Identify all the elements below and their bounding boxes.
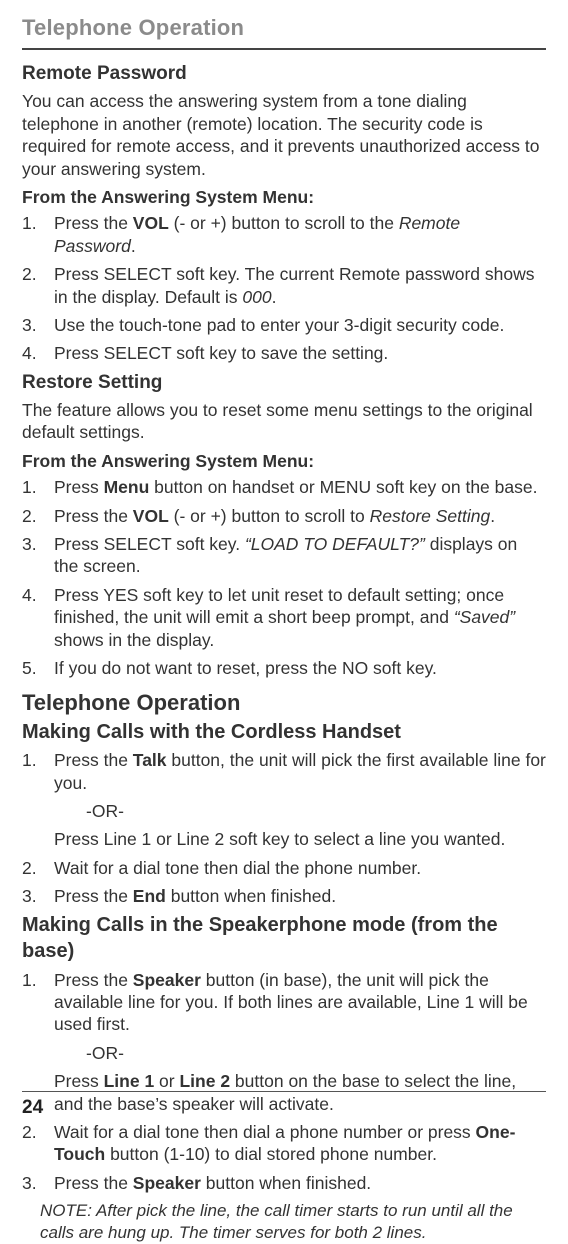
list-item: 1. Press Menu button on handset or MENU …	[22, 476, 546, 498]
step-text: Press the End button when finished.	[54, 885, 546, 907]
step-number: 1.	[22, 212, 44, 257]
step-number: 2.	[22, 263, 44, 308]
step-text: If you do not want to reset, press the N…	[54, 657, 546, 679]
restore-setting-menu-label: From the Answering System Menu:	[22, 450, 546, 472]
section-telephone-operation-title: Telephone Operation	[22, 689, 546, 717]
list-item: 4. Press YES soft key to let unit reset …	[22, 584, 546, 651]
remote-password-steps: 1. Press the VOL (- or +) button to scro…	[22, 212, 546, 364]
step-text: Press Menu button on handset or MENU sof…	[54, 476, 546, 498]
subhead-cordless: Making Calls with the Cordless Handset	[22, 720, 546, 746]
step-number: 2.	[22, 1121, 44, 1166]
list-item: 1. Press the Speaker button (in base), t…	[22, 969, 546, 1036]
speakerphone-steps-cont: 2. Wait for a dial tone then dial a phon…	[22, 1121, 546, 1194]
header-rule	[22, 48, 546, 50]
cordless-steps: 1. Press the Talk button, the unit will …	[22, 749, 546, 794]
list-item: 3. Press the Speaker button when finishe…	[22, 1172, 546, 1194]
section-remote-password-title: Remote Password	[22, 62, 546, 86]
list-item: 3. Use the touch-tone pad to enter your …	[22, 314, 546, 336]
subhead-speakerphone: Making Calls in the Speakerphone mode (f…	[22, 913, 546, 964]
step-text: Use the touch-tone pad to enter your 3-d…	[54, 314, 546, 336]
step-alt-text: Press Line 1 or Line 2 soft key to selec…	[22, 828, 546, 850]
list-item: 1. Press the Talk button, the unit will …	[22, 749, 546, 794]
page-header: Telephone Operation	[22, 14, 546, 42]
list-item: 3. Press the End button when finished.	[22, 885, 546, 907]
list-item: 2. Press SELECT soft key. The current Re…	[22, 263, 546, 308]
step-text: Press the VOL (- or +) button to scroll …	[54, 505, 546, 527]
step-number: 3.	[22, 1172, 44, 1194]
cordless-steps-cont: 2. Wait for a dial tone then dial the ph…	[22, 857, 546, 908]
step-text: Press the Speaker button when finished.	[54, 1172, 546, 1194]
or-separator: -OR-	[22, 1042, 546, 1064]
step-number: 5.	[22, 657, 44, 679]
step-text: Press SELECT soft key. “LOAD TO DEFAULT?…	[54, 533, 546, 578]
list-item: 1. Press the VOL (- or +) button to scro…	[22, 212, 546, 257]
list-item: 3. Press SELECT soft key. “LOAD TO DEFAU…	[22, 533, 546, 578]
step-text: Press SELECT soft key. The current Remot…	[54, 263, 546, 308]
remote-password-menu-label: From the Answering System Menu:	[22, 186, 546, 208]
step-text: Wait for a dial tone then dial a phone n…	[54, 1121, 546, 1166]
step-number: 4.	[22, 342, 44, 364]
list-item: 2. Wait for a dial tone then dial the ph…	[22, 857, 546, 879]
page-number: 24	[22, 1096, 43, 1120]
list-item: 5. If you do not want to reset, press th…	[22, 657, 546, 679]
step-number: 1.	[22, 969, 44, 1036]
restore-setting-steps: 1. Press Menu button on handset or MENU …	[22, 476, 546, 679]
list-item: 2. Wait for a dial tone then dial a phon…	[22, 1121, 546, 1166]
step-number: 2.	[22, 505, 44, 527]
remote-password-intro: You can access the answering system from…	[22, 90, 546, 180]
step-number: 1.	[22, 749, 44, 794]
list-item: 4. Press SELECT soft key to save the set…	[22, 342, 546, 364]
note-text: NOTE: After pick the line, the call time…	[22, 1200, 540, 1244]
step-number: 3.	[22, 533, 44, 578]
footer-rule	[22, 1091, 546, 1092]
list-item: 2. Press the VOL (- or +) button to scro…	[22, 505, 546, 527]
step-text: Press the Speaker button (in base), the …	[54, 969, 546, 1036]
step-text: Press the Talk button, the unit will pic…	[54, 749, 546, 794]
step-number: 2.	[22, 857, 44, 879]
section-restore-setting-title: Restore Setting	[22, 371, 546, 395]
or-separator: -OR-	[22, 800, 546, 822]
step-alt-text: Press Line 1 or Line 2 button on the bas…	[22, 1070, 546, 1115]
step-text: Press SELECT soft key to save the settin…	[54, 342, 546, 364]
step-number: 4.	[22, 584, 44, 651]
step-number: 3.	[22, 885, 44, 907]
restore-setting-intro: The feature allows you to reset some men…	[22, 399, 546, 444]
step-text: Press YES soft key to let unit reset to …	[54, 584, 546, 651]
step-text: Press the VOL (- or +) button to scroll …	[54, 212, 546, 257]
speakerphone-steps: 1. Press the Speaker button (in base), t…	[22, 969, 546, 1036]
step-number: 3.	[22, 314, 44, 336]
step-number: 1.	[22, 476, 44, 498]
step-text: Wait for a dial tone then dial the phone…	[54, 857, 546, 879]
